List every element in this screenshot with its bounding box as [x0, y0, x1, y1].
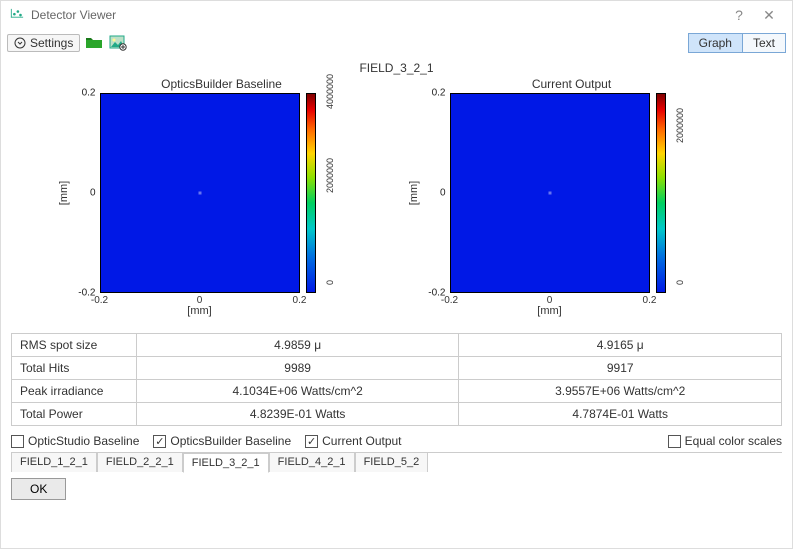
check-current[interactable]: ✓ Current Output — [305, 434, 401, 448]
cell-label: Total Hits — [12, 357, 137, 380]
checkbox-icon — [11, 435, 24, 448]
colorbar-tick: 0 — [675, 280, 685, 285]
table-row: Total Hits 9989 9917 — [12, 357, 782, 380]
close-button[interactable]: ✕ — [754, 7, 784, 24]
tab-text[interactable]: Text — [742, 33, 786, 53]
plot-current-area — [450, 93, 650, 293]
check-label: OpticsBuilder Baseline — [170, 434, 291, 448]
plot-baseline-title: OpticsBuilder Baseline — [52, 77, 392, 91]
cell-value: 9989 — [136, 357, 459, 380]
plot-current-xticks: -0.2 0 0.2 [mm] — [450, 293, 650, 315]
cell-value: 3.9557E+06 Watts/cm^2 — [459, 380, 782, 403]
settings-dropdown[interactable]: Settings — [7, 34, 80, 52]
plot-baseline-ylabel: [mm] — [58, 181, 70, 205]
check-opticstudio[interactable]: OpticStudio Baseline — [11, 434, 139, 448]
ytick: 0 — [90, 188, 96, 199]
title-bar: Detector Viewer ? ✕ — [1, 1, 792, 29]
cell-label: Peak irradiance — [12, 380, 137, 403]
check-label: Equal color scales — [685, 434, 782, 448]
checkbox-icon: ✓ — [153, 435, 166, 448]
view-mode-switch: Graph Text — [688, 33, 786, 53]
image-add-icon[interactable] — [108, 33, 128, 53]
plot-baseline: OpticsBuilder Baseline [mm] 0.2 0 -0.2 4… — [52, 77, 392, 315]
plot-baseline-area — [100, 93, 300, 293]
colorbar-tick: 0 — [325, 280, 335, 285]
cell-value: 9917 — [459, 357, 782, 380]
ytick: 0 — [440, 188, 446, 199]
plot-baseline-yticks: 0.2 0 -0.2 — [78, 93, 100, 293]
folder-icon[interactable] — [84, 33, 104, 53]
cell-value: 4.9859 μ — [136, 334, 459, 357]
ytick: 0.2 — [82, 88, 96, 99]
field-title: FIELD_3_2_1 — [11, 61, 782, 75]
colorbar-tick: 4000000 — [325, 74, 335, 109]
series-check-row: OpticStudio Baseline ✓ OpticsBuilder Bas… — [11, 434, 782, 448]
cell-value: 4.9165 μ — [459, 334, 782, 357]
check-label: OpticStudio Baseline — [28, 434, 139, 448]
plot-baseline-xticks: -0.2 0 0.2 [mm] — [100, 293, 300, 315]
cell-value: 4.7874E-01 Watts — [459, 403, 782, 426]
tab-field-1[interactable]: FIELD_1_2_1 — [11, 452, 97, 472]
check-equal-scales[interactable]: Equal color scales — [668, 434, 782, 448]
window-title: Detector Viewer — [31, 8, 724, 22]
tab-field-4[interactable]: FIELD_4_2_1 — [269, 452, 355, 472]
ytick: 0.2 — [432, 88, 446, 99]
help-button[interactable]: ? — [724, 7, 754, 23]
cell-value: 4.8239E-01 Watts — [136, 403, 459, 426]
colorbar-tick: 2000000 — [325, 158, 335, 193]
checkbox-icon — [668, 435, 681, 448]
colorbar-tick: 2000000 — [675, 108, 685, 143]
check-opticsbuilder[interactable]: ✓ OpticsBuilder Baseline — [153, 434, 291, 448]
cell-label: RMS spot size — [12, 334, 137, 357]
plot-current-colorbar: 2000000 0 — [650, 93, 690, 293]
plots-row: OpticsBuilder Baseline [mm] 0.2 0 -0.2 4… — [11, 77, 782, 315]
results-table: RMS spot size 4.9859 μ 4.9165 μ Total Hi… — [11, 333, 782, 426]
tab-graph[interactable]: Graph — [688, 33, 742, 53]
plot-baseline-xlabel: [mm] — [100, 293, 300, 317]
content: FIELD_3_2_1 OpticsBuilder Baseline [mm] … — [1, 57, 792, 472]
table-row: Peak irradiance 4.1034E+06 Watts/cm^2 3.… — [12, 380, 782, 403]
plot-baseline-colorbar: 4000000 2000000 0 — [300, 93, 340, 293]
ok-button[interactable]: OK — [11, 478, 66, 500]
settings-label: Settings — [30, 36, 73, 50]
toolbar: Settings Graph Text — [1, 29, 792, 57]
tab-field-5[interactable]: FIELD_5_2 — [355, 452, 429, 472]
checkbox-icon: ✓ — [305, 435, 318, 448]
plot-current-ylabel: [mm] — [408, 181, 420, 205]
tab-field-2[interactable]: FIELD_2_2_1 — [97, 452, 183, 472]
cell-label: Total Power — [12, 403, 137, 426]
plot-current-title: Current Output — [402, 77, 742, 91]
plot-current-xlabel: [mm] — [450, 293, 650, 317]
table-row: RMS spot size 4.9859 μ 4.9165 μ — [12, 334, 782, 357]
field-tabs: FIELD_1_2_1 FIELD_2_2_1 FIELD_3_2_1 FIEL… — [11, 452, 782, 472]
table-row: Total Power 4.8239E-01 Watts 4.7874E-01 … — [12, 403, 782, 426]
check-label: Current Output — [322, 434, 401, 448]
cell-value: 4.1034E+06 Watts/cm^2 — [136, 380, 459, 403]
tab-field-3[interactable]: FIELD_3_2_1 — [183, 453, 269, 473]
footer: OK — [1, 472, 792, 506]
plot-current: Current Output [mm] 0.2 0 -0.2 2000000 0 — [402, 77, 742, 315]
app-icon — [9, 7, 25, 23]
plot-current-yticks: 0.2 0 -0.2 — [428, 93, 450, 293]
